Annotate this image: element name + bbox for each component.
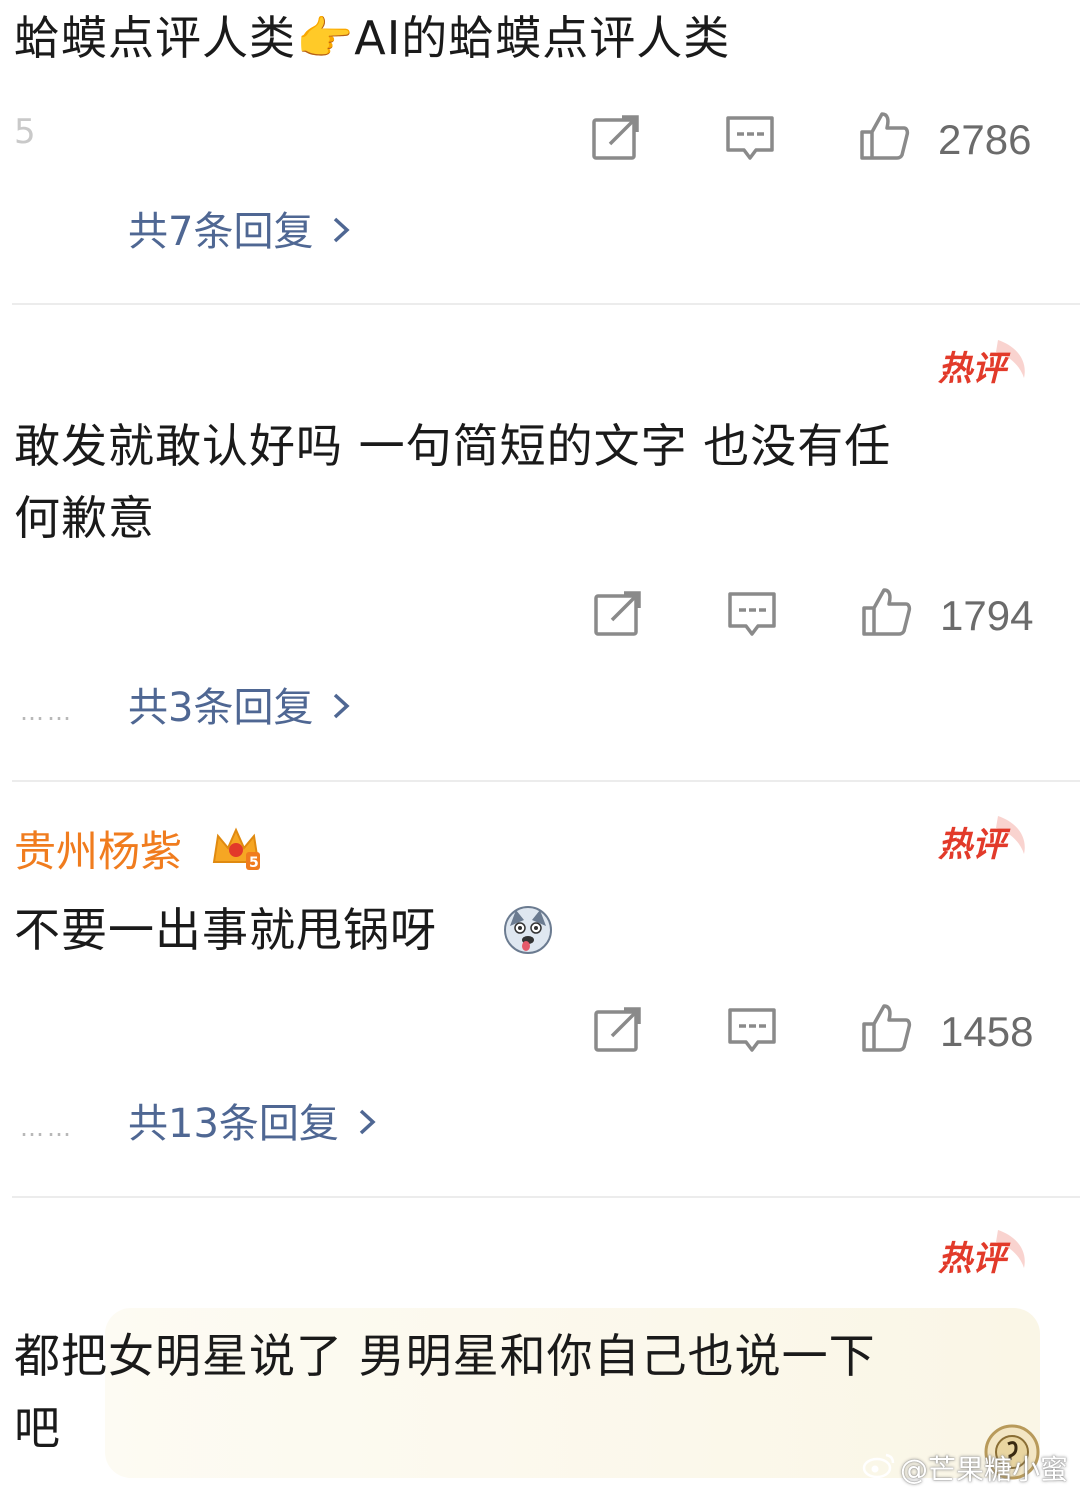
watermark-text: @芒果糖小蜜	[899, 1453, 1068, 1486]
comment-text-line: 敢发就敢认好吗 一句简短的文字 也没有任	[14, 419, 892, 473]
replies-label: 共7条回复	[128, 209, 314, 255]
replies-label: 共13条回复	[128, 1101, 339, 1147]
svg-text:5: 5	[249, 855, 259, 871]
comment-text-line: 吧	[14, 1401, 61, 1455]
svg-text:热评: 热评	[938, 349, 1011, 389]
like-count: 1458	[940, 1008, 1034, 1055]
comment-icon[interactable]	[726, 588, 778, 640]
hot-comment-badge: 热评	[936, 812, 1032, 870]
share-icon[interactable]	[592, 1004, 644, 1056]
replies-link[interactable]: 共7条回复	[128, 208, 351, 256]
share-icon[interactable]	[592, 588, 644, 640]
reply-dots: ……	[20, 698, 74, 726]
svg-text:热评: 热评	[938, 1239, 1011, 1279]
comment-icon[interactable]	[726, 1004, 778, 1056]
like-icon[interactable]	[858, 110, 910, 162]
comment-text: 蛤蟆点评人类👉AI的蛤蟆点评人类	[14, 11, 731, 65]
divider	[12, 780, 1080, 782]
chevron-right-icon	[331, 684, 351, 732]
hot-comment-badge: 热评	[936, 1226, 1032, 1284]
replies-link[interactable]: 共13条回复	[128, 1100, 377, 1148]
comment-text: 不要一出事就甩锅呀	[14, 903, 437, 957]
watermark: @芒果糖小蜜	[862, 1448, 1068, 1488]
comment-meta: 5	[14, 112, 36, 152]
divider	[12, 303, 1080, 305]
chevron-right-icon	[331, 208, 351, 256]
chevron-right-icon	[357, 1100, 377, 1148]
vip-crown-icon: 5	[210, 822, 262, 874]
comment-icon[interactable]	[724, 112, 776, 164]
share-icon[interactable]	[590, 112, 642, 164]
like-count: 2786	[938, 116, 1032, 163]
replies-label: 共3条回复	[128, 685, 314, 731]
like-icon[interactable]	[860, 586, 912, 638]
reply-dots: ……	[20, 1114, 74, 1142]
hot-comment-badge: 热评	[936, 336, 1032, 394]
comment-text-line: 何歉意	[14, 491, 155, 545]
weibo-logo-icon	[862, 1451, 896, 1486]
svg-text:热评: 热评	[938, 825, 1011, 865]
replies-link[interactable]: 共3条回复	[128, 684, 351, 732]
comment-text-line: 都把女明星说了 男明星和你自己也说一下	[14, 1329, 876, 1383]
like-icon[interactable]	[860, 1002, 912, 1054]
husky-emoji-icon	[502, 904, 554, 956]
like-count: 1794	[940, 592, 1034, 639]
username[interactable]: 贵州杨紫	[14, 824, 182, 880]
divider	[12, 1196, 1080, 1198]
